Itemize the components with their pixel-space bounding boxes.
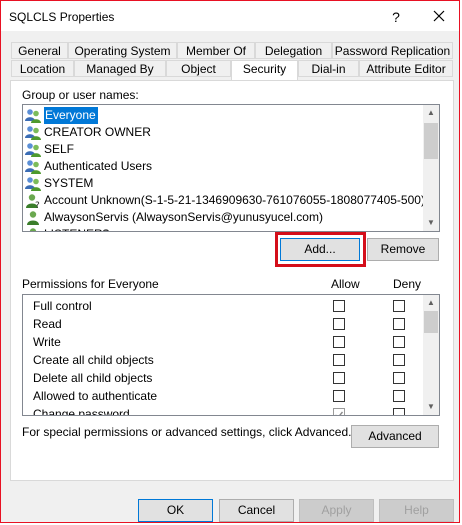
user-icon xyxy=(25,227,41,231)
allow-checkbox[interactable] xyxy=(333,336,345,348)
scroll-up-icon[interactable]: ▲ xyxy=(423,105,439,121)
permissions-list: Full control Read Write Create all child ob… xyxy=(22,294,440,416)
advanced-button[interactable]: Advanced xyxy=(351,425,439,448)
deny-checkbox[interactable] xyxy=(393,318,405,330)
permission-name: Delete all child objects xyxy=(33,371,153,385)
tab-strip: General Operating System Member Of Deleg… xyxy=(11,41,453,81)
users-group-icon xyxy=(25,176,41,191)
tab-password-replication[interactable]: Password Replication xyxy=(332,42,453,59)
allow-checkbox[interactable] xyxy=(333,372,345,384)
users-group-icon xyxy=(25,108,41,123)
scroll-down-icon[interactable]: ▼ xyxy=(423,399,439,415)
permissions-scrollbar[interactable]: ▲ ▼ xyxy=(423,295,439,415)
allow-checkbox[interactable] xyxy=(333,300,345,312)
close-icon xyxy=(433,10,445,22)
group-list-item-label: AlwaysonServis (AlwaysonServis@yunusyuce… xyxy=(44,210,323,224)
advanced-hint: For special permissions or advanced sett… xyxy=(22,425,352,439)
remove-button[interactable]: Remove xyxy=(367,238,439,261)
permission-name: Write xyxy=(33,335,61,349)
users-group-icon xyxy=(25,142,41,157)
deny-checkbox[interactable] xyxy=(393,336,405,348)
group-list-item-label: Account Unknown(S-1-5-21-1346909630-7610… xyxy=(44,193,425,207)
tab-dial-in[interactable]: Dial-in xyxy=(298,60,359,77)
users-group-icon xyxy=(25,159,41,174)
tab-managed-by[interactable]: Managed By xyxy=(74,60,166,77)
deny-checkbox[interactable] xyxy=(393,390,405,402)
checkmark-icon xyxy=(335,411,344,415)
apply-button[interactable]: Apply xyxy=(299,499,374,522)
scroll-thumb[interactable] xyxy=(424,123,438,159)
user-icon xyxy=(25,210,41,225)
scroll-thumb[interactable] xyxy=(424,311,438,333)
window-title: SQLCLS Properties xyxy=(9,10,115,24)
permission-name: Allowed to authenticate xyxy=(33,389,158,403)
deny-checkbox[interactable] xyxy=(393,408,405,415)
tab-delegation[interactable]: Delegation xyxy=(255,42,332,59)
properties-window: SQLCLS Properties ? General Operating Sy… xyxy=(0,0,460,523)
users-group-icon xyxy=(25,125,41,140)
help-title-button[interactable]: ? xyxy=(386,7,406,27)
allow-checkbox[interactable] xyxy=(333,408,345,415)
tab-attribute-editor[interactable]: Attribute Editor xyxy=(359,60,453,77)
tab-location[interactable]: Location xyxy=(11,60,74,77)
group-list-item-label: Everyone xyxy=(44,107,98,124)
tab-operating-system[interactable]: Operating System xyxy=(68,42,177,59)
cancel-button[interactable]: Cancel xyxy=(219,499,294,522)
ok-button[interactable]: OK xyxy=(138,499,213,522)
group-list-item-label: Authenticated Users xyxy=(44,159,153,173)
scroll-up-icon[interactable]: ▲ xyxy=(423,295,439,311)
permissions-label: Permissions for Everyone xyxy=(22,277,159,291)
close-button[interactable] xyxy=(428,5,450,27)
deny-checkbox[interactable] xyxy=(393,372,405,384)
group-list-item-label: CREATOR OWNER xyxy=(44,125,151,139)
permission-name: Create all child objects xyxy=(33,353,154,367)
add-button-highlight xyxy=(275,232,366,267)
tab-object[interactable]: Object xyxy=(166,60,231,77)
tab-security[interactable]: Security xyxy=(231,60,298,81)
group-list-item-label: SELF xyxy=(44,142,75,156)
allow-header: Allow xyxy=(331,277,360,291)
tab-general[interactable]: General xyxy=(11,42,68,59)
group-list-scrollbar[interactable]: ▲ ▼ xyxy=(423,105,439,231)
allow-checkbox[interactable] xyxy=(333,318,345,330)
tab-member-of[interactable]: Member Of xyxy=(177,42,255,59)
scroll-down-icon[interactable]: ▼ xyxy=(423,215,439,231)
group-names-label: Group or user names: xyxy=(22,88,139,102)
group-list-item-label: LISTENER$ xyxy=(44,226,109,231)
title-bar: SQLCLS Properties ? xyxy=(1,1,459,31)
deny-header: Deny xyxy=(393,277,422,291)
security-panel: Group or user names: Everyone CREATOR OWN… xyxy=(10,80,454,481)
help-button[interactable]: Help xyxy=(379,499,454,522)
permission-name: Read xyxy=(33,317,62,331)
deny-checkbox[interactable] xyxy=(393,300,405,312)
allow-checkbox[interactable] xyxy=(333,354,345,366)
group-list-item-label: SYSTEM xyxy=(44,176,94,190)
permission-name: Full control xyxy=(33,299,92,313)
svg-text:?: ? xyxy=(35,201,40,208)
deny-checkbox[interactable] xyxy=(393,354,405,366)
group-user-list[interactable]: Everyone CREATOR OWNER SELF Authenticated U… xyxy=(22,104,440,232)
permission-name: Change password xyxy=(33,407,130,416)
allow-checkbox[interactable] xyxy=(333,390,345,402)
unknown-user-icon: ? xyxy=(25,193,41,211)
